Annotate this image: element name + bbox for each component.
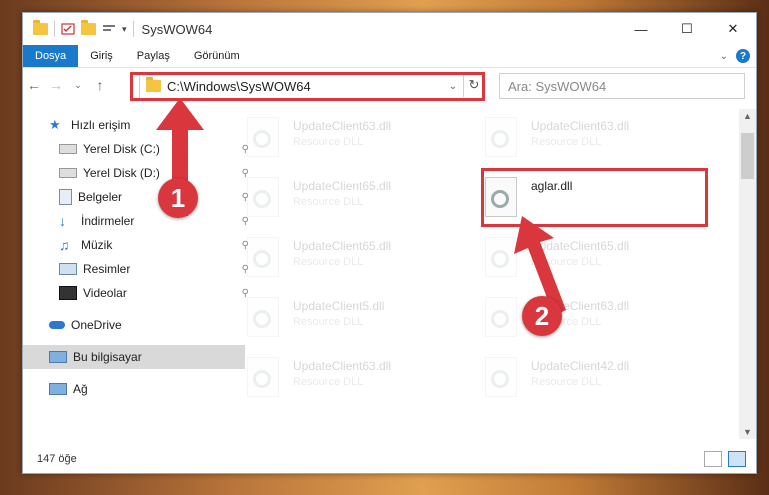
nav-item-quick-access[interactable]: ★ Hızlı erişim [23, 113, 245, 137]
file-list: UpdateClient63.dll Resource DLL UpdateCli… [219, 109, 735, 439]
file-item[interactable]: UpdateClient42.dll Resource DLL [485, 353, 705, 407]
window-title: SysWOW64 [141, 21, 213, 37]
file-item[interactable]: UpdateClient65.dll Resource DLL [247, 233, 467, 287]
search-input[interactable]: Ara: SysWOW64 [499, 73, 745, 99]
tab-giris[interactable]: Giriş [78, 45, 125, 67]
file-item[interactable]: UpdateClient63.dll Resource DLL [485, 113, 705, 167]
properties-icon[interactable] [61, 23, 75, 35]
scroll-down-icon[interactable]: ▼ [739, 427, 756, 437]
file-name: UpdateClient63.dll [293, 119, 392, 133]
divider [132, 21, 134, 37]
dll-file-icon [485, 357, 517, 397]
nav-item-label: Videolar [83, 286, 127, 300]
minimize-button[interactable]: — [618, 13, 664, 45]
computer-icon [49, 351, 67, 363]
ribbon-expand-icon[interactable]: ⌄ [720, 51, 728, 62]
dll-file-icon [247, 177, 279, 217]
divider [54, 21, 55, 37]
nav-item-label: Hızlı erişim [71, 118, 131, 132]
file-type: Resource DLL [531, 376, 602, 388]
dll-file-icon [247, 117, 279, 157]
file-type: Resource DLL [293, 256, 364, 268]
file-type: Resource DLL [293, 376, 364, 388]
scrollbar-thumb[interactable] [741, 133, 754, 179]
file-name: UpdateClient63.dll [531, 119, 630, 133]
new-folder-icon[interactable] [81, 20, 96, 35]
title-bar: ▾ SysWOW64 — ☐ ✕ [23, 13, 756, 45]
documents-icon [59, 189, 72, 205]
file-type: Resource DLL [531, 136, 602, 148]
nav-item-label: Yerel Disk (C:) [83, 142, 160, 156]
window-controls: — ☐ ✕ [618, 13, 756, 45]
dll-file-icon [247, 357, 279, 397]
dll-file-icon [485, 117, 517, 157]
recent-locations-icon[interactable]: ⌄ [67, 80, 89, 91]
network-icon [49, 383, 67, 395]
nav-item-label: Ağ [73, 382, 88, 396]
back-icon[interactable]: ← [23, 77, 45, 93]
scroll-up-icon[interactable]: ▲ [739, 111, 756, 121]
file-item[interactable]: UpdateClient63.dll Resource DLL [247, 353, 467, 407]
nav-item-onedrive[interactable]: OneDrive [23, 313, 245, 337]
dll-file-icon [247, 237, 279, 277]
nav-item-network[interactable]: Ağ [23, 377, 245, 401]
tab-dosya[interactable]: Dosya [23, 45, 79, 67]
quick-access-toolbar: ▾ [23, 20, 134, 37]
download-icon: ↓ [59, 213, 66, 229]
drive-icon [59, 168, 77, 178]
file-type: Resource DLL [293, 316, 364, 328]
nav-item-this-pc[interactable]: Bu bilgisayar [23, 345, 245, 369]
file-name: UpdateClient42.dll [531, 359, 630, 373]
nav-item-label: Müzik [81, 238, 113, 252]
details-view-icon[interactable] [704, 451, 722, 467]
help-icon[interactable]: ? [736, 49, 750, 63]
file-name: UpdateClient65.dll [293, 239, 392, 253]
video-icon [59, 286, 77, 300]
up-icon[interactable]: ↑ [89, 77, 111, 93]
step-badge-1: 1 [158, 178, 198, 218]
file-name: UpdateClient5.dll [293, 299, 385, 313]
vertical-scrollbar[interactable]: ▲ ▼ [739, 109, 756, 439]
music-icon: ♫ [59, 237, 70, 253]
file-item[interactable]: UpdateClient63.dll Resource DLL [247, 113, 467, 167]
file-item[interactable]: UpdateClient65.dll Resource DLL [247, 173, 467, 227]
dll-file-icon [247, 297, 279, 337]
close-button[interactable]: ✕ [710, 13, 756, 45]
file-type: Resource DLL [293, 136, 364, 148]
file-item[interactable]: UpdateClient5.dll Resource DLL [247, 293, 467, 347]
maximize-button[interactable]: ☐ [664, 13, 710, 45]
ribbon-tabs: Dosya Giriş Paylaş Görünüm ⌄ ? [23, 45, 756, 68]
status-bar: 147 öğe [23, 445, 756, 473]
customize-icon[interactable] [102, 23, 116, 35]
drive-icon [59, 144, 77, 154]
star-icon: ★ [49, 117, 61, 132]
tiles-view-icon[interactable] [728, 451, 746, 467]
chevron-down-icon[interactable]: ▾ [122, 24, 127, 35]
tab-gorunum[interactable]: Görünüm [182, 45, 252, 67]
step-badge-2: 2 [522, 296, 562, 336]
nav-item-label: Yerel Disk (D:) [83, 166, 160, 180]
folder-icon [33, 20, 48, 35]
file-type: Resource DLL [293, 196, 364, 208]
forward-icon[interactable]: → [45, 77, 67, 93]
file-name: UpdateClient65.dll [293, 179, 392, 193]
tab-paylas[interactable]: Paylaş [125, 45, 182, 67]
nav-item-label: OneDrive [71, 318, 122, 332]
nav-item-label: Bu bilgisayar [73, 350, 142, 364]
nav-item-label: İndirmeler [81, 214, 135, 228]
nav-item-label: Resimler [83, 262, 131, 276]
nav-item-label: Belgeler [78, 190, 123, 204]
search-placeholder: Ara: SysWOW64 [508, 78, 607, 94]
cloud-icon [49, 321, 65, 329]
pictures-icon [59, 263, 77, 275]
item-count: 147 öğe [37, 453, 77, 465]
file-name: UpdateClient63.dll [293, 359, 392, 373]
